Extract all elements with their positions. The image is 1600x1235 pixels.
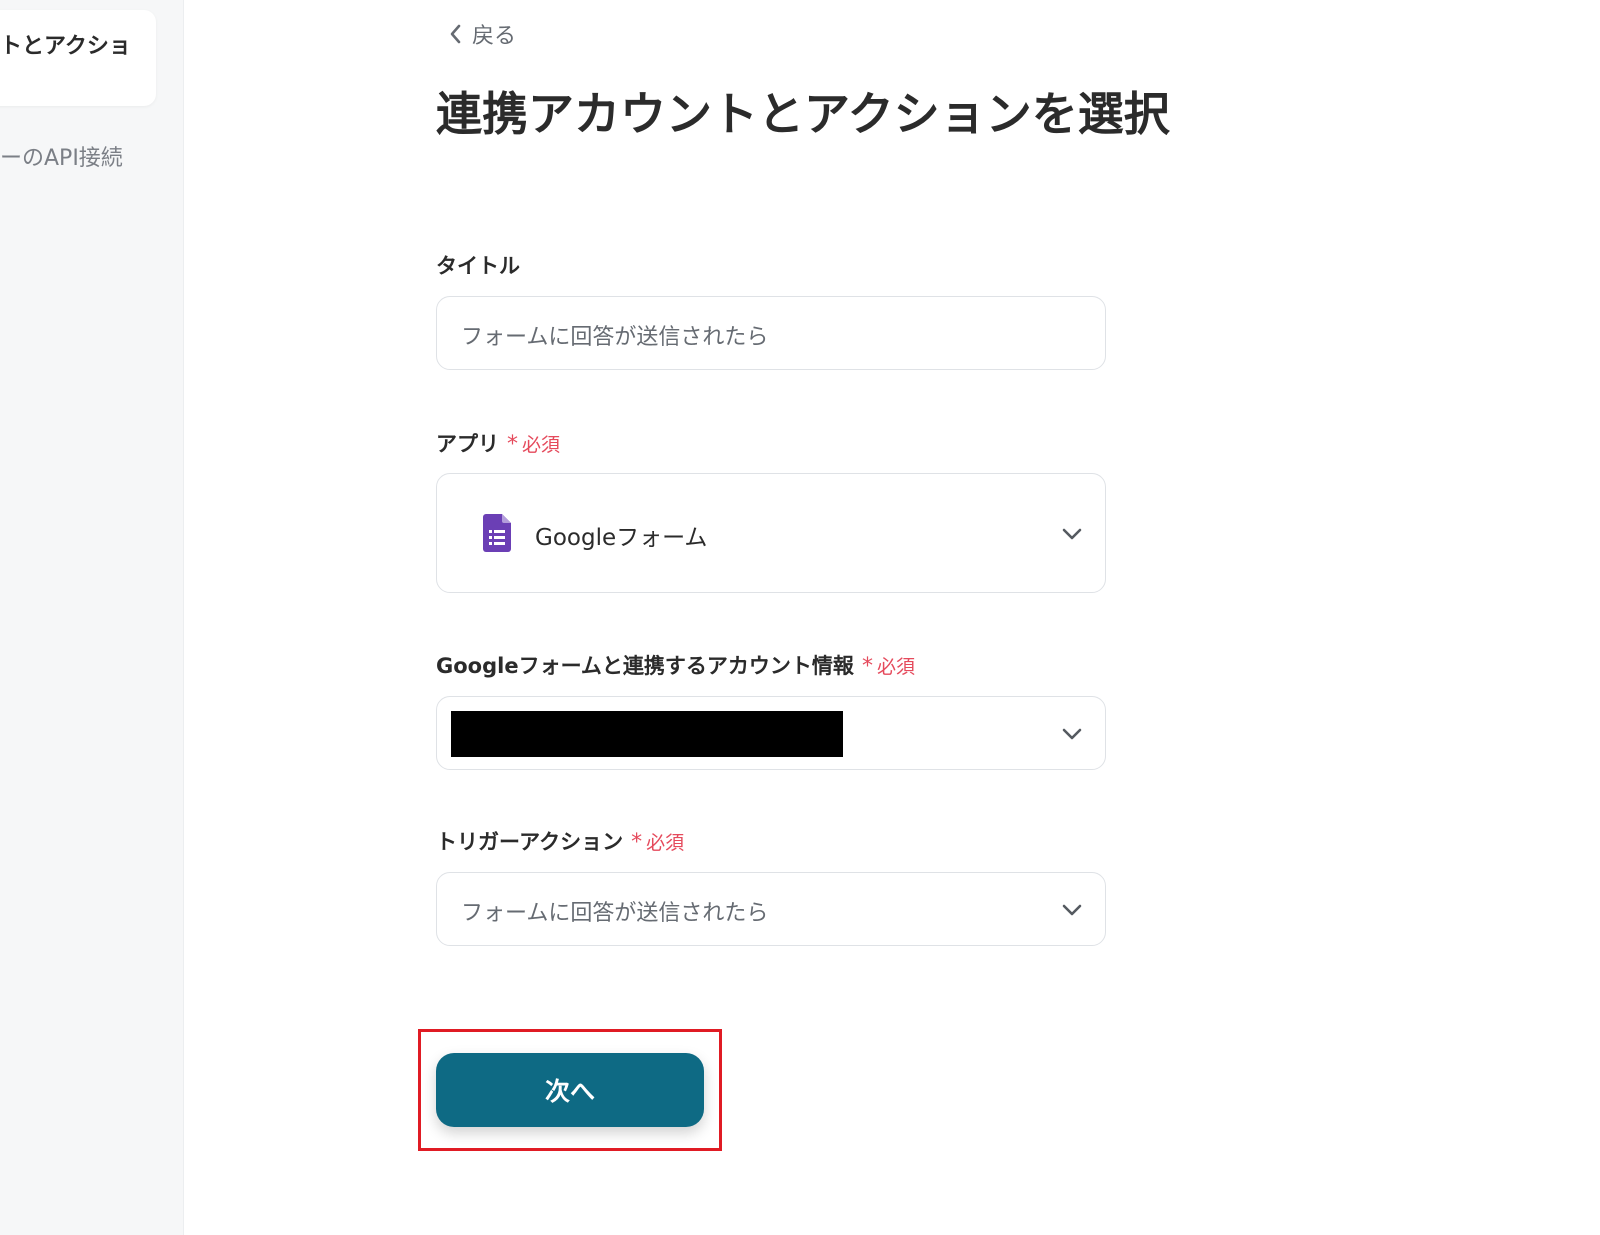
page-title: 連携アカウントとアクションを選択 bbox=[436, 87, 1170, 141]
google-forms-icon bbox=[483, 514, 511, 552]
trigger-field-label-text: トリガーアクション bbox=[436, 830, 624, 854]
required-mark: * bbox=[631, 830, 643, 855]
back-link[interactable]: 戻る bbox=[448, 18, 516, 50]
required-text: 必須 bbox=[876, 656, 915, 678]
sidebar-step-api-connection[interactable]: ーのAPI接続 bbox=[0, 140, 123, 172]
chevron-down-icon bbox=[1062, 904, 1082, 916]
trigger-field-label: トリガーアクション * 必須 bbox=[436, 826, 684, 856]
required-badge: * 必須 bbox=[631, 830, 685, 855]
account-select[interactable] bbox=[436, 696, 1106, 770]
account-field-label: Googleフォームと連携するアカウント情報 * 必須 bbox=[436, 650, 915, 680]
sidebar-step-active[interactable]: トとアクショ bbox=[0, 10, 156, 106]
sidebar-step-label: トとアクショ bbox=[0, 34, 131, 59]
back-label: 戻る bbox=[472, 24, 517, 49]
required-badge: * 必須 bbox=[861, 654, 915, 679]
required-mark: * bbox=[507, 432, 518, 457]
required-mark: * bbox=[861, 654, 873, 679]
account-field-label-text: Googleフォームと連携するアカウント情報 bbox=[436, 654, 854, 678]
trigger-action-value: フォームに回答が送信されたら bbox=[461, 901, 769, 926]
app-select-value: Googleフォーム bbox=[535, 525, 708, 551]
required-text: 必須 bbox=[522, 434, 561, 456]
title-field-label: タイトル bbox=[436, 254, 520, 278]
next-button[interactable]: 次へ bbox=[436, 1053, 704, 1127]
chevron-down-icon bbox=[1062, 728, 1082, 740]
trigger-action-select[interactable]: フォームに回答が送信されたら bbox=[436, 872, 1106, 946]
chevron-down-icon bbox=[1062, 528, 1082, 540]
sidebar: トとアクショ ーのAPI接続 bbox=[0, 0, 184, 1235]
app-field-label-text: アプリ bbox=[436, 432, 499, 456]
chevron-left-icon bbox=[450, 24, 461, 44]
required-badge: * 必須 bbox=[507, 432, 561, 457]
title-input[interactable]: フォームに回答が送信されたら bbox=[436, 296, 1106, 370]
app-select[interactable]: Googleフォーム bbox=[436, 473, 1106, 593]
redacted-account-info bbox=[451, 711, 843, 757]
title-input-value: フォームに回答が送信されたら bbox=[461, 325, 769, 350]
required-text: 必須 bbox=[646, 832, 685, 854]
app-field-label: アプリ * 必須 bbox=[436, 428, 560, 458]
